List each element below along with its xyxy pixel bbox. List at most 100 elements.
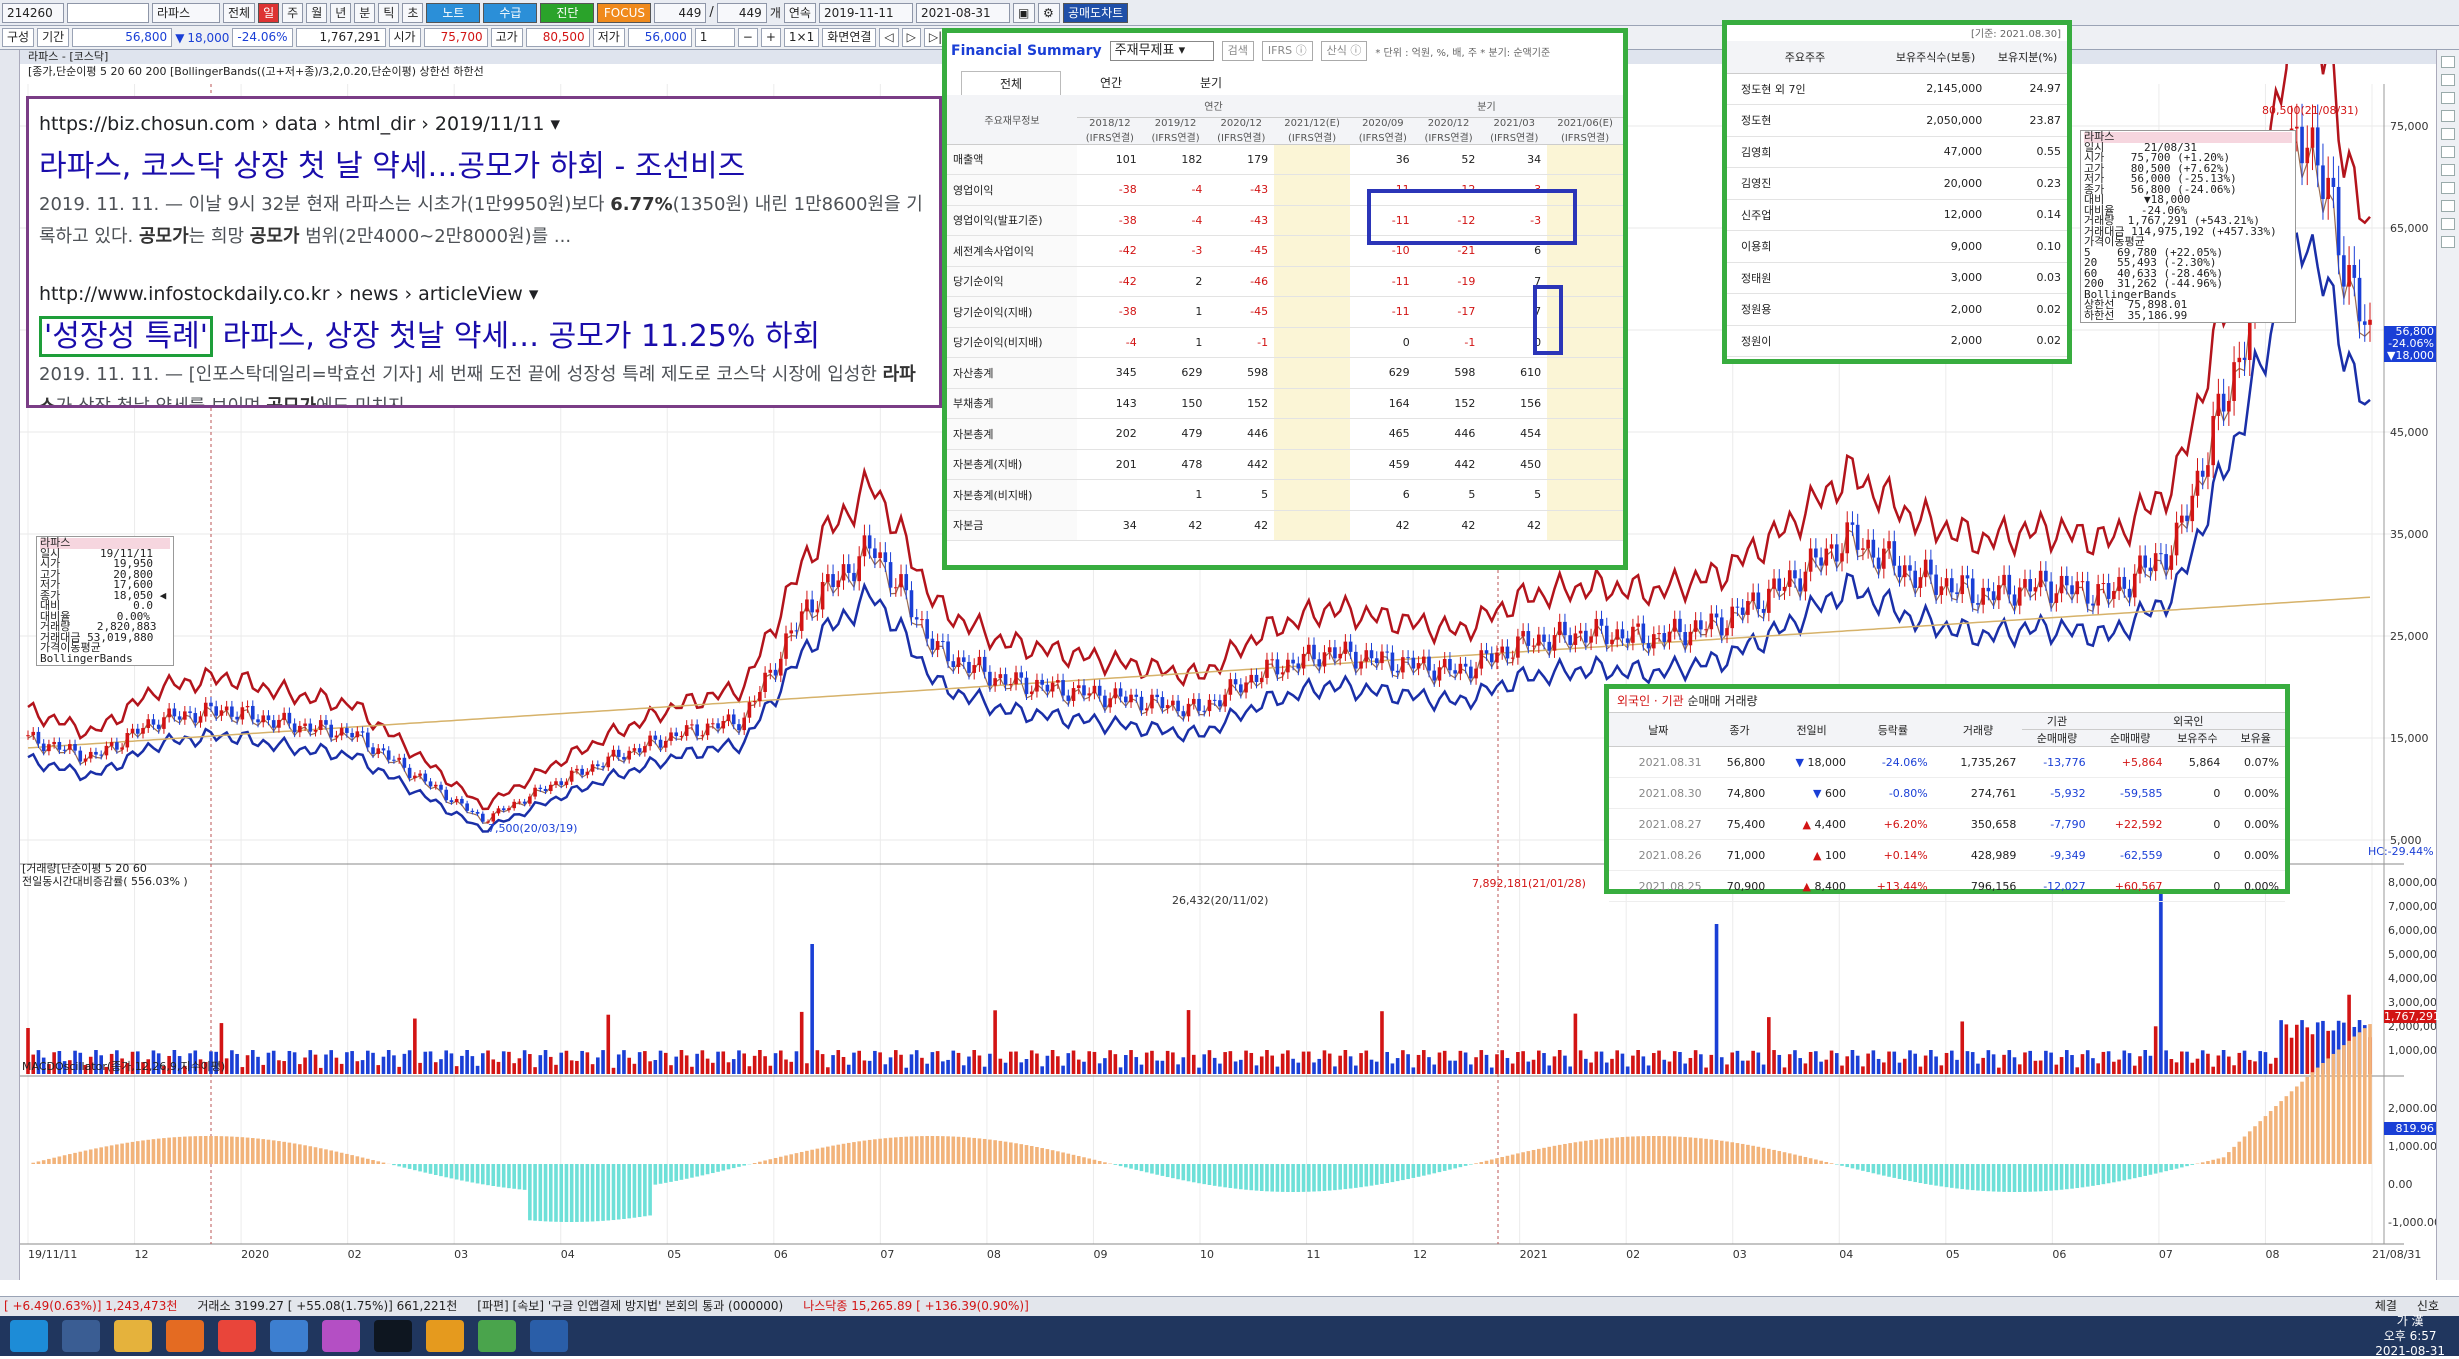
start-icon[interactable] xyxy=(10,1320,48,1352)
volume-bar xyxy=(366,1051,370,1074)
stock-search-icon[interactable]: ⌕ xyxy=(67,3,149,23)
holder-row[interactable]: 김영희47,0000.55 xyxy=(1727,136,2067,168)
focus-button[interactable]: FOCUS xyxy=(597,3,651,23)
period-year-button[interactable]: 년 xyxy=(330,3,351,23)
date-to-input[interactable]: 2021-08-31 xyxy=(916,3,1010,23)
trading-app-icon[interactable] xyxy=(374,1320,412,1352)
macd-bar xyxy=(356,1156,360,1164)
period-week-button[interactable]: 주 xyxy=(282,3,303,23)
draw-horizontal-icon[interactable] xyxy=(2441,92,2455,104)
draw-fibonacci-icon[interactable] xyxy=(2441,146,2455,158)
period-minute-button[interactable]: 분 xyxy=(354,3,375,23)
market-all-button[interactable]: 전체 xyxy=(223,3,255,23)
hts-app-icon[interactable] xyxy=(530,1320,568,1352)
candle-body xyxy=(2206,465,2210,477)
note-button[interactable]: 노트 xyxy=(426,3,480,23)
globe-icon[interactable] xyxy=(270,1320,308,1352)
trade-group-foreign: 외국인 xyxy=(2092,713,2285,730)
date-from-input[interactable]: 2019-11-11 xyxy=(819,3,913,23)
trade-row[interactable]: 2021.08.3156,800▼ 18,000-24.06%1,735,267… xyxy=(1609,747,2285,778)
diagnosis-button[interactable]: 진단 xyxy=(540,3,594,23)
firefox-icon[interactable] xyxy=(166,1320,204,1352)
volume-bar xyxy=(1788,1054,1792,1074)
stock-name-field[interactable]: 라파스 xyxy=(152,3,220,23)
macd-bar xyxy=(1929,1164,1933,1185)
draw-arrow-icon[interactable] xyxy=(2441,218,2455,230)
period-button[interactable]: 기간 xyxy=(37,28,69,47)
holder-row[interactable]: 이용희9,0000.10 xyxy=(1727,231,2067,263)
holder-row[interactable]: 정도현 외 7인2,145,00024.97 xyxy=(1727,73,2067,105)
eraser-icon[interactable] xyxy=(2441,236,2455,248)
volume-bar xyxy=(350,1051,354,1074)
candle-body xyxy=(235,717,239,720)
news-ticker[interactable]: [파편] [속보] '구글 인앱결제 방지법' 본회의 통과 (000000) xyxy=(477,1297,783,1316)
macd-bar xyxy=(241,1137,245,1164)
continuous-button[interactable]: 연속 xyxy=(784,3,816,23)
trade-row[interactable]: 2021.08.2775,400▲ 4,400+6.20%350,658-7,7… xyxy=(1609,809,2285,840)
holder-row[interactable]: 정도현2,050,00023.87 xyxy=(1727,105,2067,137)
network-icon[interactable] xyxy=(322,1320,360,1352)
stock-code-input[interactable]: 214260 xyxy=(2,3,64,23)
short-selling-chart-button[interactable]: 공매도차트 xyxy=(1063,3,1128,23)
candle-body xyxy=(256,719,260,722)
zoom-out-button[interactable]: − xyxy=(738,28,758,47)
stock-app-icon[interactable] xyxy=(478,1320,516,1352)
index-status-1: [ +6.49(0.63%)] 1,243,473천 xyxy=(4,1297,177,1316)
volume-bar xyxy=(857,1051,861,1074)
candle-body xyxy=(606,757,610,768)
result1-title[interactable]: 라파스, 코스닥 상장 첫 날 약세…공모가 하회 - 조선비즈 xyxy=(39,141,929,185)
play-icon[interactable]: ▷ xyxy=(902,28,921,47)
x-tick-label: 2020 xyxy=(241,1248,269,1261)
trade-row[interactable]: 2021.08.2671,000▲ 100+0.14%428,989-9,349… xyxy=(1609,840,2285,871)
supply-button[interactable]: 수급 xyxy=(483,3,537,23)
result2-title[interactable]: '성장성 특례' 라파스, 상장 첫날 약세… 공모가 11.25% 하회 xyxy=(39,311,929,355)
macd-bar xyxy=(931,1136,935,1164)
search-app-icon[interactable] xyxy=(426,1320,464,1352)
hc-label: HC:-29.44% xyxy=(2368,845,2434,858)
volume-bar xyxy=(1297,1063,1301,1074)
candle-body xyxy=(1966,575,1970,578)
draw-channel-icon[interactable] xyxy=(2441,128,2455,140)
volume-bar xyxy=(983,1067,987,1074)
result2-url[interactable]: http://www.infostockdaily.co.kr › news ›… xyxy=(39,283,929,305)
draw-vertical-icon[interactable] xyxy=(2441,110,2455,122)
draw-trend-icon[interactable] xyxy=(2441,74,2455,86)
holder-row[interactable]: 정태원3,0000.03 xyxy=(1727,262,2067,294)
period-tick-button[interactable]: 틱 xyxy=(378,3,399,23)
folder-icon[interactable] xyxy=(114,1320,152,1352)
zoom-in-button[interactable]: + xyxy=(761,28,781,47)
screen-link-button[interactable]: 화면연결 xyxy=(822,28,876,47)
settings-icon[interactable] xyxy=(62,1320,100,1352)
trade-cell-f: -62,559 xyxy=(2092,840,2169,871)
holder-row[interactable]: 신주업12,0000.14 xyxy=(1727,199,2067,231)
save-icon[interactable]: ▣ xyxy=(1013,3,1035,23)
draw-line-icon[interactable] xyxy=(2441,56,2455,68)
result1-url[interactable]: https://biz.chosun.com › data › html_dir… xyxy=(39,113,929,135)
settings-icon[interactable]: ⚙ xyxy=(1038,3,1060,23)
holder-row[interactable]: 김영진20,0000.23 xyxy=(1727,168,2067,200)
volume-bar xyxy=(1370,1060,1374,1074)
macd-bar xyxy=(1872,1164,1876,1173)
macd-bar xyxy=(199,1136,203,1164)
draw-text-icon[interactable] xyxy=(2441,164,2455,176)
trade-row[interactable]: 2021.08.2570,900▲ 8,400+13.44%796,156-12… xyxy=(1609,871,2285,902)
volume-bar xyxy=(1364,1051,1368,1074)
compose-button[interactable]: 구성 xyxy=(2,28,34,47)
period-month-button[interactable]: 월 xyxy=(306,3,327,23)
holder-row[interactable]: 정원이2,0000.02 xyxy=(1727,325,2067,357)
holder-name: 정도현 xyxy=(1727,105,1883,137)
holder-row[interactable]: 정원용2,0000.02 xyxy=(1727,294,2067,326)
daily-button[interactable]: 일 xyxy=(258,3,279,23)
draw-rectangle-icon[interactable] xyxy=(2441,182,2455,194)
ratio-button[interactable]: 1×1 xyxy=(784,28,819,47)
trade-row[interactable]: 2021.08.3074,800▼ 600-0.80%274,761-5,932… xyxy=(1609,778,2285,809)
prev-icon[interactable]: ◁ xyxy=(879,28,898,47)
system-clock[interactable]: 가 漢 오후 6:57 2021-08-31 xyxy=(2375,1314,2459,1359)
spin-input[interactable]: 1 xyxy=(695,28,735,47)
macd-bar xyxy=(784,1156,788,1164)
macd-bar xyxy=(382,1163,386,1164)
count-input[interactable]: 449 xyxy=(654,3,706,23)
draw-ellipse-icon[interactable] xyxy=(2441,200,2455,212)
period-second-button[interactable]: 초 xyxy=(402,3,423,23)
chrome-icon[interactable] xyxy=(218,1320,256,1352)
